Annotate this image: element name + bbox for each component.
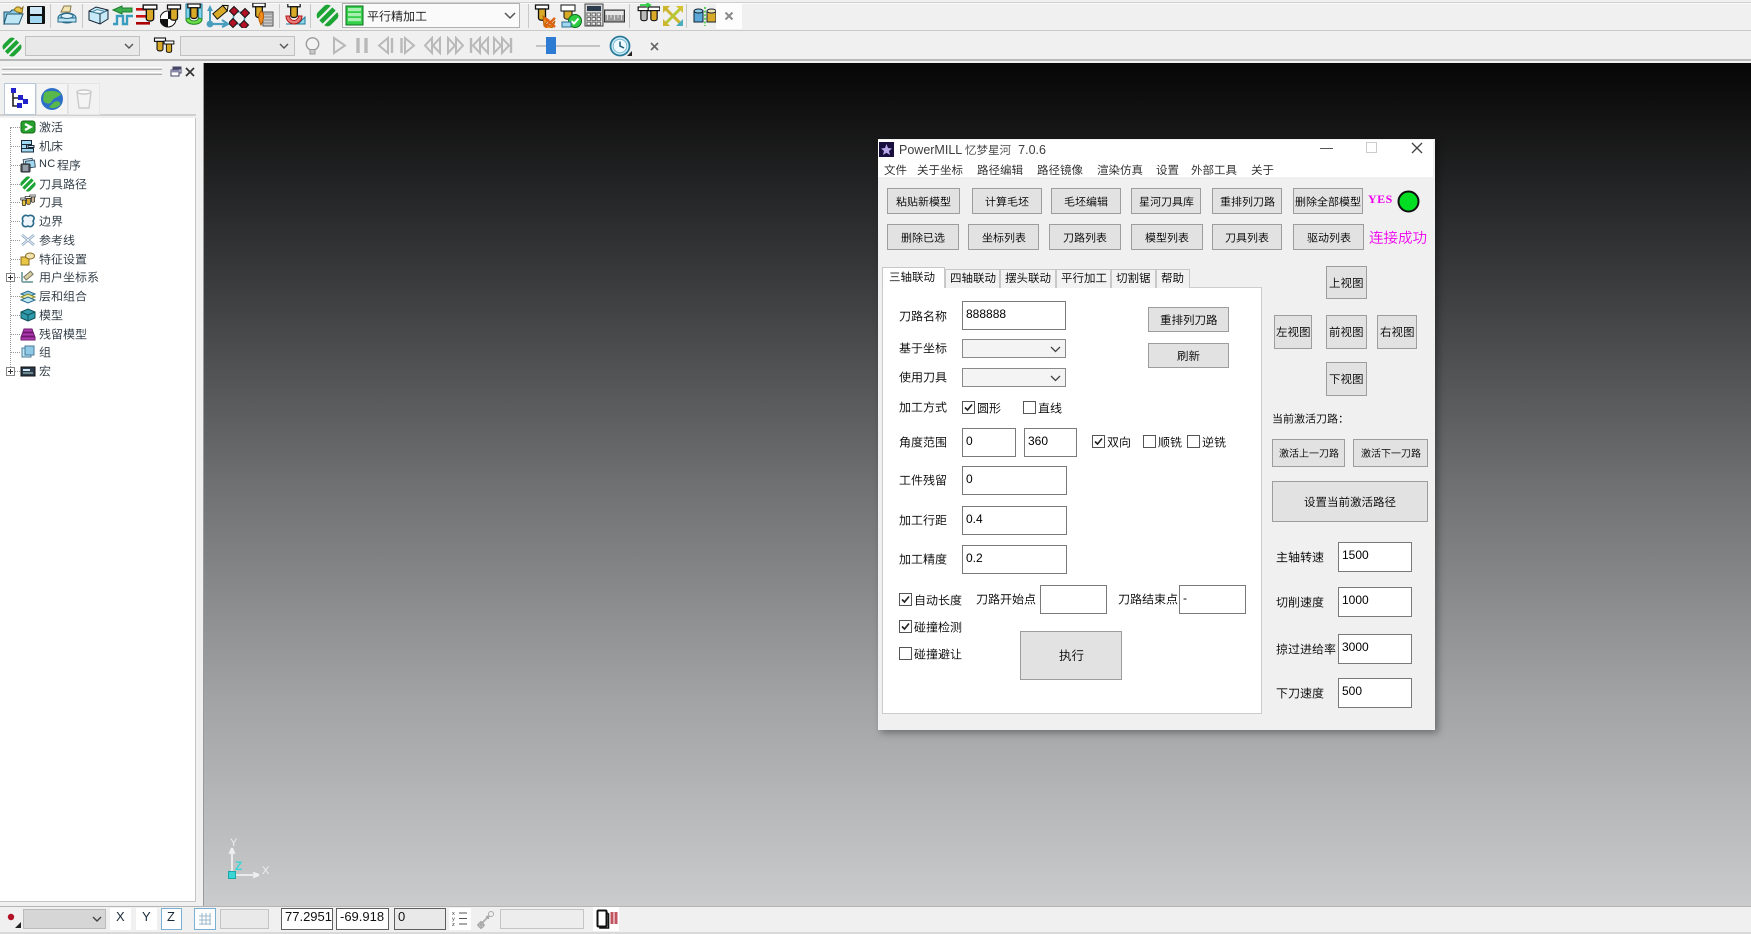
svg-text:X: X [262, 865, 270, 877]
svg-text:Y: Y [230, 837, 238, 849]
svg-text:Z: Z [235, 859, 242, 873]
svg-text:z: z [452, 922, 455, 927]
